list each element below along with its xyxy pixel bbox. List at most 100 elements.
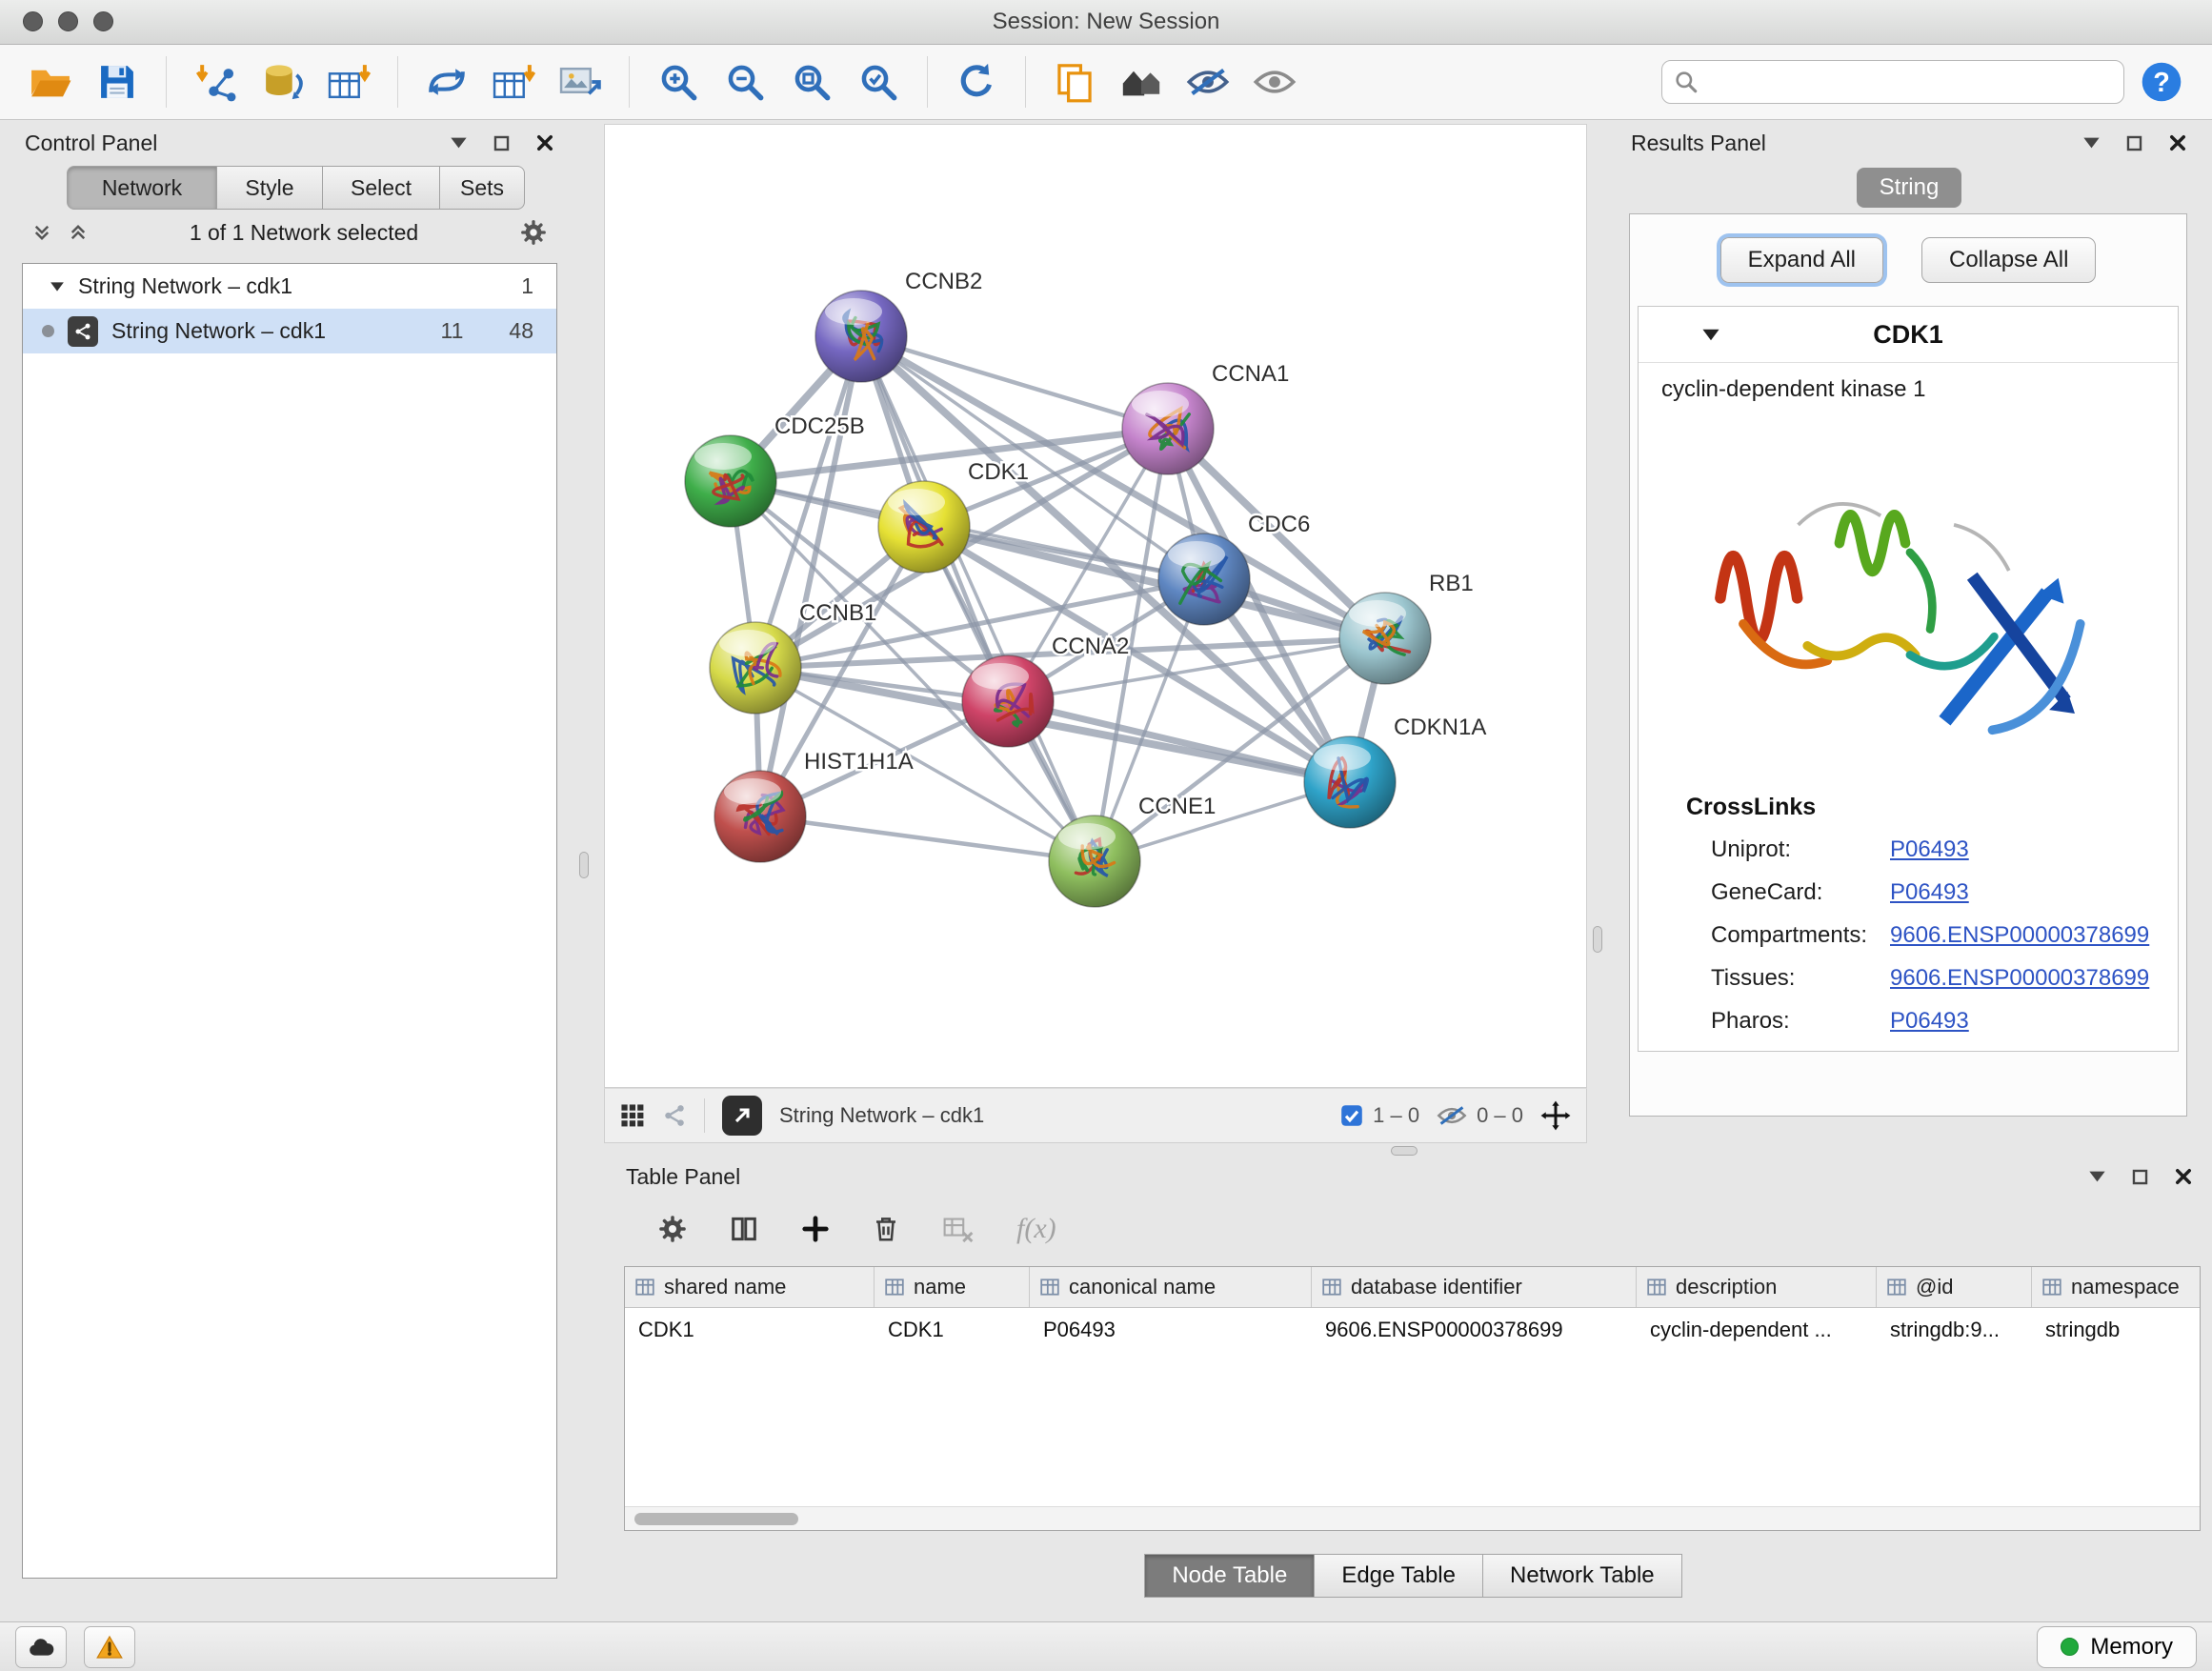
- toolbar-separator: [1025, 56, 1026, 108]
- zoom-fit-button[interactable]: [782, 52, 841, 111]
- network-canvas[interactable]: CCNB2CCNA1CDC25BCDK1CDC6RB1CCNB1CCNA2CDK…: [604, 124, 1587, 1088]
- network-node-RB1[interactable]: RB1: [1339, 571, 1474, 684]
- tab-edge-table[interactable]: Edge Table: [1315, 1554, 1483, 1598]
- column-header[interactable]: namespace: [2032, 1267, 2201, 1307]
- tab-style[interactable]: Style: [217, 166, 323, 210]
- hide-details-button[interactable]: [1178, 52, 1237, 111]
- network-node-HIST1H1A[interactable]: HIST1H1A: [714, 749, 914, 862]
- crosslink-uniprot[interactable]: P06493: [1890, 836, 1969, 863]
- gene-section: CDK1 cyclin-dependent kinase 1 C: [1638, 306, 2179, 1052]
- apply-layout-button[interactable]: [947, 52, 1006, 111]
- panel-close-button[interactable]: [2168, 133, 2187, 152]
- show-details-button[interactable]: [1245, 52, 1304, 111]
- crosslink-label: Pharos:: [1711, 1008, 1890, 1035]
- panel-maximize-button[interactable]: [493, 134, 511, 152]
- column-header[interactable]: name: [875, 1267, 1030, 1307]
- node-label: CCNE1: [1138, 794, 1216, 819]
- delete-column-button[interactable]: [872, 1215, 900, 1243]
- column-header[interactable]: description: [1637, 1267, 1877, 1307]
- string-tab[interactable]: String: [1857, 168, 1962, 208]
- network-row[interactable]: String Network – cdk1 11 48: [23, 309, 556, 353]
- panel-maximize-button[interactable]: [2125, 134, 2143, 152]
- column-header[interactable]: @id: [1877, 1267, 2032, 1307]
- search-input[interactable]: [1708, 69, 2112, 95]
- tab-select[interactable]: Select: [323, 166, 440, 210]
- import-table-button[interactable]: [319, 52, 378, 111]
- export-image-button[interactable]: [551, 52, 610, 111]
- warnings-button[interactable]: [84, 1626, 135, 1668]
- panel-float-button[interactable]: [2088, 1170, 2106, 1183]
- network-edge[interactable]: [760, 336, 861, 816]
- open-session-button[interactable]: [21, 52, 80, 111]
- panel-close-button[interactable]: [535, 133, 554, 152]
- column-header[interactable]: canonical name: [1030, 1267, 1312, 1307]
- copy-document-button[interactable]: [1045, 52, 1104, 111]
- column-header[interactable]: database identifier: [1312, 1267, 1637, 1307]
- expand-all-button[interactable]: Expand All: [1720, 237, 1883, 283]
- network-status-dot: [42, 325, 54, 337]
- crosslink-pharos[interactable]: P06493: [1890, 1008, 1969, 1035]
- table-options-button[interactable]: [658, 1215, 687, 1243]
- help-button[interactable]: [2132, 52, 2191, 111]
- export-table-button[interactable]: [484, 52, 543, 111]
- tab-node-table[interactable]: Node Table: [1144, 1554, 1315, 1598]
- create-column-button[interactable]: [801, 1215, 830, 1243]
- window-minimize-button[interactable]: [58, 11, 78, 31]
- horizontal-scrollbar[interactable]: [625, 1506, 2200, 1530]
- expand-all-tree-button[interactable]: [69, 223, 88, 242]
- new-network-from-selection-button[interactable]: [417, 52, 476, 111]
- scrollbar-thumb[interactable]: [634, 1513, 798, 1525]
- import-network-file-button[interactable]: [186, 52, 245, 111]
- gene-section-header[interactable]: CDK1: [1639, 307, 2178, 363]
- cloud-button[interactable]: [15, 1626, 67, 1668]
- crosslink-tissues[interactable]: 9606.ENSP00000378699: [1890, 965, 2149, 992]
- splitter-handle[interactable]: [1593, 926, 1602, 953]
- trash-icon: [872, 1215, 900, 1243]
- network-node-CCNE1[interactable]: CCNE1: [1049, 794, 1216, 907]
- panel-float-button[interactable]: [450, 136, 468, 150]
- panel-maximize-button[interactable]: [2131, 1168, 2149, 1186]
- network-collection-row[interactable]: String Network – cdk1 1: [23, 264, 556, 309]
- delete-table-button[interactable]: [942, 1214, 975, 1244]
- function-builder-button[interactable]: f(x): [1016, 1213, 1056, 1245]
- collapse-all-button[interactable]: Collapse All: [1921, 237, 2096, 283]
- collapse-all-tree-button[interactable]: [32, 223, 51, 242]
- import-network-database-button[interactable]: [252, 52, 312, 111]
- image-export-icon: [558, 63, 602, 101]
- splitter-handle[interactable]: [1391, 1146, 1418, 1156]
- open-in-new-button[interactable]: [722, 1096, 762, 1136]
- birdseye-toggle-button[interactable]: [620, 1103, 645, 1128]
- node-table: shared name name canonical name database…: [624, 1266, 2201, 1531]
- window-title: Session: New Session: [993, 9, 1220, 35]
- square-icon: [2131, 1168, 2149, 1186]
- network-node-CDKN1A[interactable]: CDKN1A: [1304, 715, 1486, 828]
- crosslink-genecard[interactable]: P06493: [1890, 879, 1969, 906]
- window-close-button[interactable]: [23, 11, 43, 31]
- panel-float-button[interactable]: [2082, 136, 2101, 150]
- tab-network[interactable]: Network: [67, 166, 217, 210]
- home-button[interactable]: [1112, 52, 1171, 111]
- network-options-button[interactable]: [520, 219, 547, 246]
- network-edge[interactable]: [760, 816, 1095, 861]
- pan-mode-button[interactable]: [1540, 1100, 1571, 1131]
- table-row[interactable]: CDK1 CDK1 P06493 9606.ENSP00000378699 cy…: [625, 1308, 2200, 1351]
- zoom-in-button[interactable]: [649, 52, 708, 111]
- show-columns-button[interactable]: [729, 1214, 759, 1244]
- save-session-button[interactable]: [88, 52, 147, 111]
- tab-network-table[interactable]: Network Table: [1483, 1554, 1682, 1598]
- window-zoom-button[interactable]: [93, 11, 113, 31]
- zoom-out-button[interactable]: [715, 52, 774, 111]
- tab-sets[interactable]: Sets: [440, 166, 525, 210]
- search-box[interactable]: [1661, 60, 2124, 104]
- node-label: CCNB2: [905, 269, 982, 294]
- memory-button[interactable]: Memory: [2037, 1626, 2197, 1668]
- column-header[interactable]: shared name: [625, 1267, 875, 1307]
- splitter-handle[interactable]: [579, 852, 589, 878]
- network-edge[interactable]: [861, 336, 1095, 861]
- zoom-selected-button[interactable]: [849, 52, 908, 111]
- network-graph[interactable]: CCNB2CCNA1CDC25BCDK1CDC6RB1CCNB1CCNA2CDK…: [605, 125, 1586, 1087]
- panel-close-button[interactable]: [2174, 1167, 2193, 1186]
- crosslink-compartments[interactable]: 9606.ENSP00000378699: [1890, 922, 2149, 949]
- network-node-CDK1[interactable]: CDK1: [878, 459, 1029, 573]
- network-node-CCNA1[interactable]: CCNA1: [1122, 361, 1289, 474]
